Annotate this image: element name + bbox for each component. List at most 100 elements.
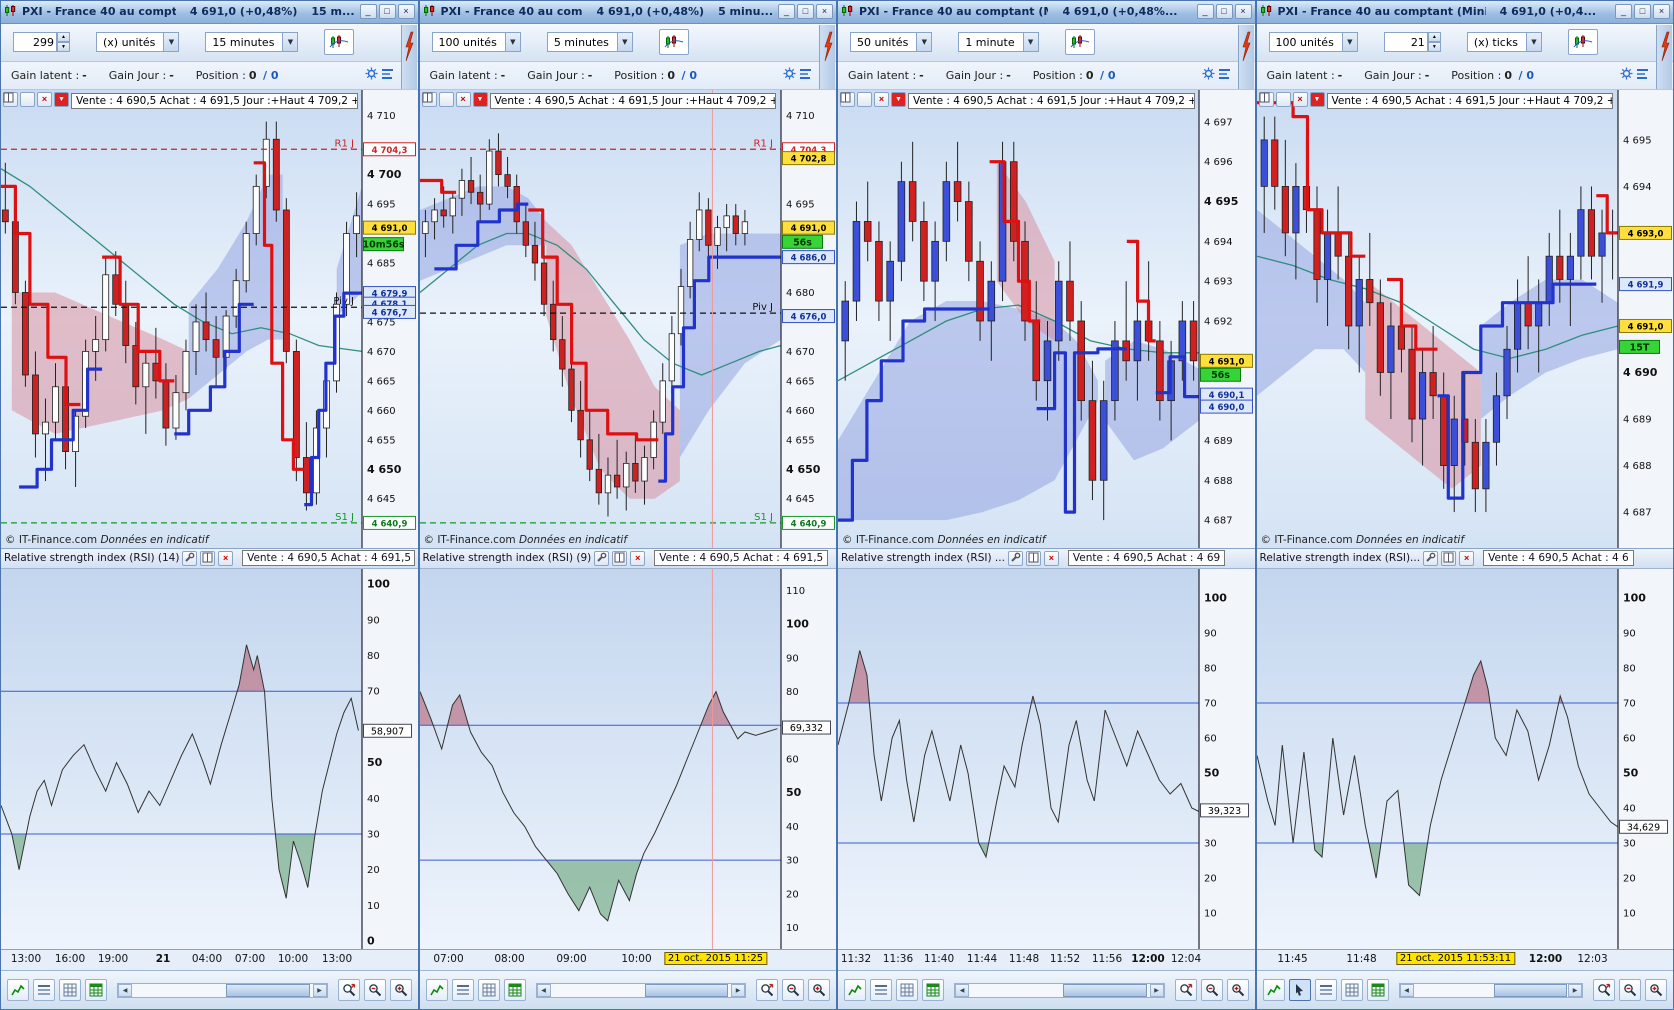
realtime-feed-strip[interactable] bbox=[400, 25, 417, 89]
quote-list-icon[interactable] bbox=[1314, 979, 1337, 1002]
zoom-back-icon[interactable] bbox=[337, 979, 360, 1002]
rsi-split-button[interactable] bbox=[1025, 550, 1041, 566]
minimize-button[interactable]: _ bbox=[359, 4, 377, 20]
zoom-in-icon[interactable] bbox=[808, 979, 830, 1002]
timeframe-select[interactable]: 15 minutes ▼ bbox=[205, 32, 299, 53]
horizontal-scrollbar[interactable]: ◀ ▶ bbox=[535, 982, 746, 998]
rsi-chart[interactable]: 100 90 80 70 60 50 40 30 20 10 34,629 bbox=[1256, 568, 1674, 949]
scroll-right-button[interactable]: ▶ bbox=[731, 983, 745, 997]
realtime-feed-strip[interactable] bbox=[819, 25, 835, 89]
rsi-properties-button[interactable] bbox=[182, 550, 198, 566]
close-button[interactable]: × bbox=[816, 4, 833, 20]
zoom-in-icon[interactable] bbox=[389, 979, 412, 1002]
grid-green-icon[interactable] bbox=[85, 979, 107, 1002]
rsi-properties-button[interactable] bbox=[1423, 550, 1439, 566]
units-mode-select[interactable]: (x) unités ▼ bbox=[96, 32, 180, 53]
quote-list-icon[interactable] bbox=[33, 979, 55, 1002]
quote-list-icon[interactable] bbox=[451, 979, 474, 1002]
chevron-down-icon[interactable]: ▼ bbox=[163, 33, 179, 52]
spin-down-icon[interactable]: ▼ bbox=[1427, 42, 1441, 53]
tick-count-input[interactable] bbox=[1383, 32, 1428, 53]
settings-gear-icon[interactable] bbox=[1620, 67, 1633, 83]
realtime-feed-strip[interactable] bbox=[1237, 25, 1254, 89]
chevron-down-icon[interactable]: ▼ bbox=[1525, 33, 1541, 52]
price-chart[interactable]: R1 J Piv J S1 J 4 710 4 695 4 680 4 670 4 665 4 … bbox=[419, 89, 837, 548]
maximize-button[interactable]: □ bbox=[1215, 4, 1233, 20]
window-titlebar[interactable]: PXI - France 40 au comptant (Mini-contra… bbox=[1, 1, 418, 24]
scrollbar-thumb[interactable] bbox=[644, 983, 729, 997]
chart-line-icon[interactable] bbox=[1262, 979, 1285, 1002]
timeframe-select[interactable]: 5 minutes ▼ bbox=[546, 32, 633, 53]
close-indicator-button[interactable]: × bbox=[37, 91, 52, 107]
zoom-out-icon[interactable] bbox=[1619, 979, 1641, 1002]
rsi-close-button[interactable]: × bbox=[1459, 550, 1475, 566]
chevron-down-icon[interactable]: ▼ bbox=[282, 33, 298, 52]
grid-icon[interactable] bbox=[477, 979, 500, 1002]
rsi-chart[interactable]: 11010090807060504030201069,332 bbox=[419, 568, 837, 949]
spin-up-icon[interactable]: ▲ bbox=[1427, 32, 1441, 43]
realtime-feed-strip[interactable] bbox=[1656, 25, 1672, 89]
timeframe-select[interactable]: 1 minute ▼ bbox=[958, 32, 1039, 53]
spin-down-icon[interactable]: ▼ bbox=[57, 42, 70, 53]
split-window-button[interactable] bbox=[3, 91, 35, 107]
price-chart[interactable]: R1 JPiv JS1 J4 7104 7004 6954 6854 6754 … bbox=[1, 89, 418, 548]
chevron-down-icon[interactable]: ▼ bbox=[916, 33, 932, 52]
minimize-button[interactable]: _ bbox=[1196, 4, 1214, 20]
position-settings-icon[interactable] bbox=[381, 67, 394, 83]
scrollbar-thumb[interactable] bbox=[1494, 983, 1568, 997]
price-chart[interactable]: 4 697 4 696 4 695 4 694 4 693 4 692 4 689 4 688… bbox=[838, 89, 1255, 548]
rsi-split-button[interactable] bbox=[1441, 550, 1457, 566]
minimize-button[interactable]: _ bbox=[1615, 4, 1632, 20]
grid-green-icon[interactable] bbox=[922, 979, 944, 1002]
price-alert-button[interactable]: ▼ bbox=[54, 91, 69, 107]
grid-icon[interactable] bbox=[896, 979, 918, 1002]
close-button[interactable]: × bbox=[1234, 4, 1252, 20]
chevron-down-icon[interactable]: ▼ bbox=[1022, 33, 1038, 52]
minimize-button[interactable]: _ bbox=[778, 4, 795, 20]
position-settings-icon[interactable] bbox=[1218, 67, 1231, 83]
price-alert-button[interactable]: ▼ bbox=[472, 91, 488, 107]
units-count-stepper[interactable]: ▲▼ bbox=[13, 32, 70, 53]
zoom-back-icon[interactable] bbox=[756, 979, 778, 1002]
zoom-back-icon[interactable] bbox=[1593, 979, 1615, 1002]
scroll-left-button[interactable]: ◀ bbox=[955, 983, 969, 997]
window-titlebar[interactable]: PXI - France 40 au comptant (Mini-contra… bbox=[1256, 1, 1673, 24]
scrollbar-thumb[interactable] bbox=[226, 983, 310, 997]
split-window-button[interactable] bbox=[422, 91, 454, 107]
grid-icon[interactable] bbox=[1340, 979, 1363, 1002]
chevron-down-icon[interactable]: ▼ bbox=[1341, 33, 1357, 52]
maximize-button[interactable]: □ bbox=[797, 4, 814, 20]
grid-green-icon[interactable] bbox=[503, 979, 526, 1002]
timeframe-select[interactable]: (x) ticks ▼ bbox=[1466, 32, 1542, 53]
settings-gear-icon[interactable] bbox=[365, 67, 378, 83]
price-alert-button[interactable]: ▼ bbox=[891, 91, 906, 107]
chart-style-button[interactable] bbox=[1567, 29, 1598, 56]
units-count-input[interactable] bbox=[13, 32, 57, 53]
close-button[interactable]: × bbox=[397, 4, 415, 20]
chart-style-button[interactable] bbox=[324, 29, 355, 56]
units-select[interactable]: 100 unités ▼ bbox=[1268, 32, 1358, 53]
zoom-in-icon[interactable] bbox=[1226, 979, 1249, 1002]
scroll-right-button[interactable]: ▶ bbox=[1149, 983, 1164, 997]
close-button[interactable]: × bbox=[1653, 4, 1670, 20]
pointer-icon[interactable] bbox=[1288, 979, 1311, 1002]
scroll-left-button[interactable]: ◀ bbox=[1399, 983, 1414, 997]
units-select[interactable]: 50 unités ▼ bbox=[850, 32, 933, 53]
rsi-close-button[interactable]: × bbox=[1043, 550, 1059, 566]
chevron-down-icon[interactable]: ▼ bbox=[616, 33, 632, 52]
grid-green-icon[interactable] bbox=[1366, 979, 1389, 1002]
chart-line-icon[interactable] bbox=[844, 979, 866, 1002]
maximize-button[interactable]: □ bbox=[1634, 4, 1651, 20]
scroll-right-button[interactable]: ▶ bbox=[312, 983, 327, 997]
zoom-out-icon[interactable] bbox=[1200, 979, 1223, 1002]
chart-style-button[interactable] bbox=[1064, 29, 1095, 56]
split-window-button[interactable] bbox=[1259, 91, 1291, 107]
maximize-button[interactable]: □ bbox=[378, 4, 396, 20]
zoom-out-icon[interactable] bbox=[363, 979, 386, 1002]
chart-line-icon[interactable] bbox=[425, 979, 448, 1002]
rsi-properties-button[interactable] bbox=[594, 550, 610, 566]
settings-gear-icon[interactable] bbox=[783, 67, 796, 83]
zoom-out-icon[interactable] bbox=[782, 979, 804, 1002]
chart-line-icon[interactable] bbox=[7, 979, 29, 1002]
window-titlebar[interactable]: PXI - France 40 au comptant (Mini-contra… bbox=[419, 1, 836, 24]
